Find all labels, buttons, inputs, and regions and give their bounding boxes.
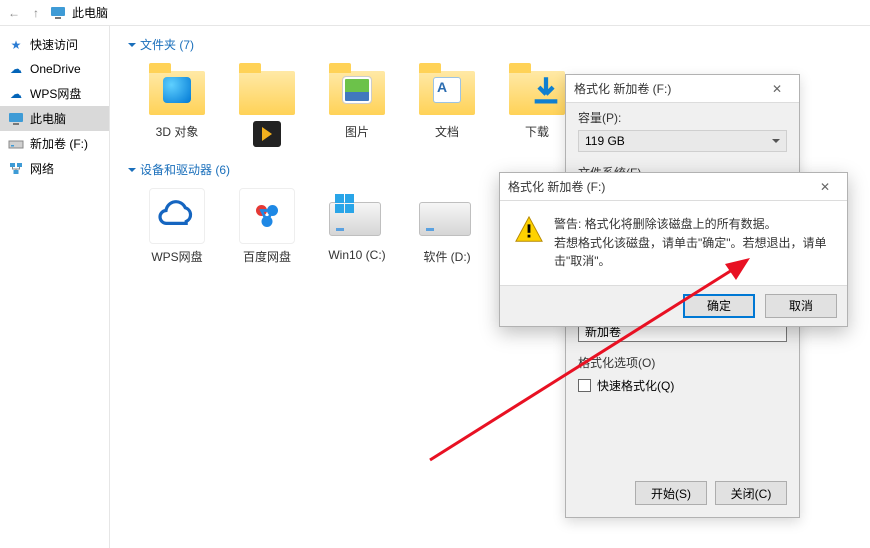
sidebar-item-label: 新加卷 (F:) xyxy=(30,135,88,152)
sidebar-item-label: WPS网盘 xyxy=(30,85,81,102)
document-icon xyxy=(433,77,461,103)
capacity-select[interactable]: 119 GB xyxy=(578,130,787,152)
pc-icon xyxy=(8,111,24,127)
warning-icon xyxy=(514,215,544,243)
drive-wps[interactable]: WPS网盘 xyxy=(132,184,222,282)
close-button[interactable]: 关闭(C) xyxy=(715,481,787,505)
sidebar-item-network[interactable]: 网络 xyxy=(0,156,109,181)
picture-icon xyxy=(343,77,371,103)
format-dialog-titlebar[interactable]: 格式化 新加卷 (F:) ✕ xyxy=(566,75,799,103)
sidebar-item-volume-f[interactable]: 新加卷 (F:) xyxy=(0,131,109,156)
close-icon[interactable]: ✕ xyxy=(763,82,791,96)
nav-sidebar: ★ 快速访问 ☁ OneDrive ☁ WPS网盘 此电脑 新加卷 (F:) xyxy=(0,26,110,548)
close-icon[interactable]: ✕ xyxy=(811,180,839,194)
quick-format-checkbox[interactable]: 快速格式化(Q) xyxy=(578,377,787,394)
section-header-folders[interactable]: 文件夹 (7) xyxy=(122,32,858,59)
cube-icon xyxy=(163,77,191,103)
hard-drive-icon xyxy=(419,202,471,236)
windows-logo-icon xyxy=(335,194,355,214)
drive-baidu[interactable]: 百度网盘 xyxy=(222,184,312,282)
checkbox-icon xyxy=(578,379,591,392)
folder-pictures[interactable]: 图片 xyxy=(312,59,402,157)
sidebar-item-label: 此电脑 xyxy=(30,110,66,127)
folder-videos[interactable]: 视频 xyxy=(222,59,312,157)
cancel-button[interactable]: 取消 xyxy=(765,294,837,318)
nav-up-icon[interactable]: ↑ xyxy=(28,6,44,20)
star-icon: ★ xyxy=(8,37,24,53)
confirm-dialog-title: 格式化 新加卷 (F:) xyxy=(508,178,605,195)
this-pc-icon xyxy=(50,5,66,21)
format-dialog-title: 格式化 新加卷 (F:) xyxy=(574,80,671,97)
network-icon xyxy=(8,161,24,177)
sidebar-item-onedrive[interactable]: ☁ OneDrive xyxy=(0,57,109,81)
sidebar-item-label: 网络 xyxy=(30,160,54,177)
drive-icon xyxy=(8,136,24,152)
folder-documents[interactable]: 文档 xyxy=(402,59,492,157)
sidebar-item-wps[interactable]: ☁ WPS网盘 xyxy=(0,81,109,106)
folder-3d-objects[interactable]: 3D 对象 xyxy=(132,59,222,157)
breadcrumb-location[interactable]: 此电脑 xyxy=(72,4,108,21)
breadcrumb-bar: ← ↑ 此电脑 xyxy=(0,0,870,26)
sidebar-item-quick-access[interactable]: ★ 快速访问 xyxy=(0,32,109,57)
start-button[interactable]: 开始(S) xyxy=(635,481,707,505)
film-icon xyxy=(253,121,281,147)
confirm-dialog: 格式化 新加卷 (F:) ✕ 警告: 格式化将删除该磁盘上的所有数据。 若想格式… xyxy=(499,172,848,327)
download-arrow-icon xyxy=(529,73,563,107)
confirm-dialog-titlebar[interactable]: 格式化 新加卷 (F:) ✕ xyxy=(500,173,847,201)
ok-button[interactable]: 确定 xyxy=(683,294,755,318)
sidebar-item-this-pc[interactable]: 此电脑 xyxy=(0,106,109,131)
drive-d[interactable]: 软件 (D:) xyxy=(402,184,492,282)
sidebar-item-label: 快速访问 xyxy=(30,36,78,53)
sidebar-item-label: OneDrive xyxy=(30,62,81,76)
format-options-header: 格式化选项(O) xyxy=(566,348,799,373)
drive-c[interactable]: Win10 (C:) xyxy=(312,184,402,282)
confirm-message: 警告: 格式化将删除该磁盘上的所有数据。 若想格式化该磁盘，请单击"确定"。若想… xyxy=(554,215,831,271)
baidu-netdisk-icon xyxy=(239,188,295,244)
cloud-icon: ☁ xyxy=(8,86,24,102)
capacity-label: 容量(P): xyxy=(566,103,799,128)
cloud-icon: ☁ xyxy=(8,61,24,77)
wps-cloud-icon xyxy=(149,188,205,244)
nav-back-icon[interactable]: ← xyxy=(6,6,22,20)
